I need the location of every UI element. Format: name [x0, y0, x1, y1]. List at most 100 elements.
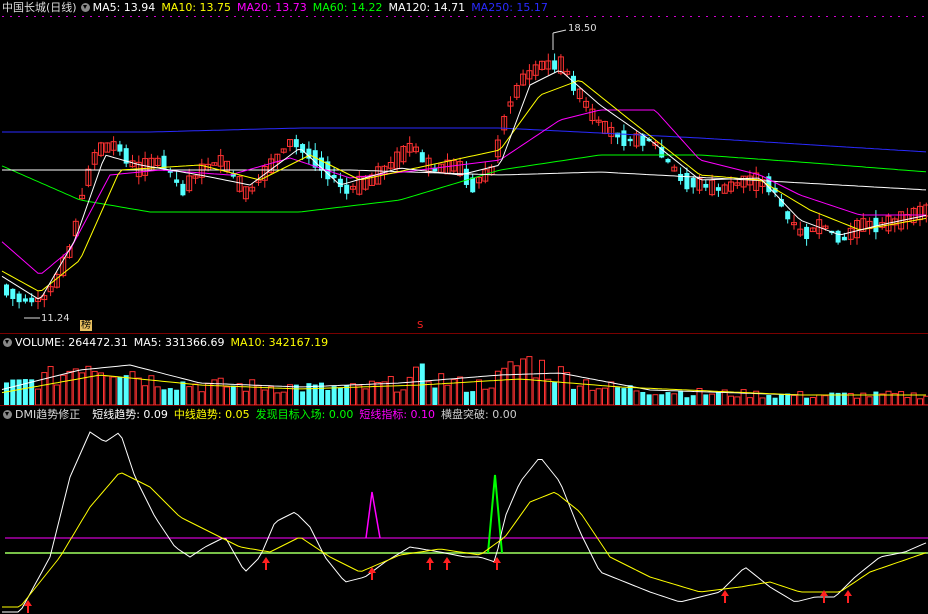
grid-dot — [154, 16, 156, 17]
volume-bar — [772, 397, 778, 405]
volume-bar — [123, 375, 129, 405]
volume-bar — [526, 356, 533, 405]
volume-bar — [198, 391, 205, 405]
grid-dot — [346, 16, 348, 17]
buy-signal-arrow-icon — [443, 557, 451, 570]
grid-dot — [714, 16, 716, 17]
volume-bar — [161, 389, 167, 405]
grid-dot — [602, 16, 604, 17]
candle-body — [804, 226, 810, 240]
grid-dot — [18, 16, 20, 17]
grid-dot — [802, 16, 804, 17]
volume-bar — [344, 385, 350, 405]
volume-panel[interactable]: VOLUME: 264472.31 MA5: 331366.69 MA10: 342… — [0, 335, 928, 405]
candle-body — [873, 217, 879, 233]
volume-bar — [482, 388, 489, 405]
volume-bar — [552, 381, 558, 405]
candle-body — [690, 177, 696, 188]
grid-dot — [178, 16, 180, 17]
grid-dot — [578, 16, 580, 17]
grid-dot — [338, 16, 340, 17]
grid-dot — [10, 16, 12, 17]
candle-body — [470, 177, 476, 193]
grid-dot — [242, 16, 244, 17]
volume-bar — [476, 379, 482, 405]
dmi-label-4: 横盘突破: 0.00 — [441, 408, 517, 421]
grid-dot — [34, 16, 36, 17]
volume-bar — [261, 389, 268, 405]
volume-bar — [854, 397, 860, 405]
grid-dot — [594, 16, 596, 17]
dmi-indicator-chart[interactable] — [0, 407, 928, 614]
volume-bar — [142, 385, 149, 405]
volume-label-2: MA10: 342167.19 — [230, 336, 329, 349]
grid-dot — [786, 16, 788, 17]
volume-bar — [539, 359, 545, 405]
grid-dot — [522, 16, 524, 17]
volume-bar — [287, 384, 293, 405]
volume-bar — [520, 358, 527, 405]
grid-dot — [794, 16, 796, 17]
volume-bar — [10, 379, 16, 405]
grid-dot — [322, 16, 324, 17]
price-candlestick-chart[interactable] — [0, 0, 928, 333]
candle-body — [715, 187, 721, 191]
dmi-indicator-panel[interactable]: DMI趋势修正 短线趋势: 0.09 中线趋势: 0.05 发现目标入场: 0.00 短… — [0, 407, 928, 614]
candle-body — [684, 172, 690, 190]
candle-body — [621, 130, 627, 146]
grid-dot — [106, 16, 108, 17]
volume-bar — [438, 373, 445, 405]
price-chart-panel[interactable]: 中国长城(日线) MA5: 13.94 MA10: 13.75 MA20: 13.73… — [0, 0, 928, 333]
volume-bar — [35, 388, 41, 405]
candle-body — [552, 60, 558, 70]
volume-bar — [671, 393, 678, 405]
volume-bar — [904, 397, 911, 405]
volume-bar — [432, 387, 438, 405]
volume-bar — [356, 384, 363, 405]
buy-signal-arrow-icon — [426, 557, 434, 570]
candle-body — [117, 144, 123, 152]
mid-trend-line — [2, 472, 927, 608]
ma10-line — [1, 80, 927, 292]
grid-dot — [474, 16, 476, 17]
volume-bar — [640, 391, 646, 405]
volume-bar — [652, 394, 659, 405]
grid-dot — [410, 16, 412, 17]
grid-dot — [570, 16, 572, 17]
volume-bar — [60, 374, 67, 405]
volume-bar — [816, 394, 823, 405]
grid-dot — [370, 16, 372, 17]
grid-dot — [906, 16, 908, 17]
dmi-label-2: 发现目标入场: 0.00 — [255, 408, 354, 421]
volume-bar — [98, 372, 104, 405]
candle-body — [841, 236, 847, 241]
grid-dot — [386, 16, 388, 17]
grid-dot — [922, 16, 924, 17]
high-price-label: 18.50 — [568, 23, 597, 34]
volume-bar — [381, 381, 388, 405]
dmi-values: 短线趋势: 0.09 中线趋势: 0.05 发现目标入场: 0.00 短线指标: 0.… — [92, 408, 523, 421]
grid-dot — [50, 16, 52, 17]
grid-dot — [538, 16, 540, 17]
grid-dot — [882, 16, 884, 17]
grid-dot — [66, 16, 68, 17]
volume-bar — [406, 376, 413, 405]
volume-bar — [759, 397, 766, 405]
volume-menu-icon[interactable] — [3, 338, 12, 347]
grid-dot — [514, 16, 516, 17]
volume-bar — [659, 394, 665, 405]
volume-bar — [583, 379, 590, 405]
volume-bar — [797, 391, 804, 405]
grid-dot — [218, 16, 220, 17]
grid-dot — [394, 16, 396, 17]
volume-bar — [898, 391, 905, 405]
buy-signal-arrow-icon — [493, 557, 501, 570]
grid-dot — [642, 16, 644, 17]
volume-bar — [217, 377, 224, 405]
volume-bar — [300, 391, 306, 405]
volume-bar — [557, 366, 564, 405]
indicator-menu-icon[interactable] — [80, 3, 90, 12]
volume-bar — [822, 395, 829, 405]
grid-dot — [730, 16, 732, 17]
dmi-menu-icon[interactable] — [3, 410, 12, 419]
